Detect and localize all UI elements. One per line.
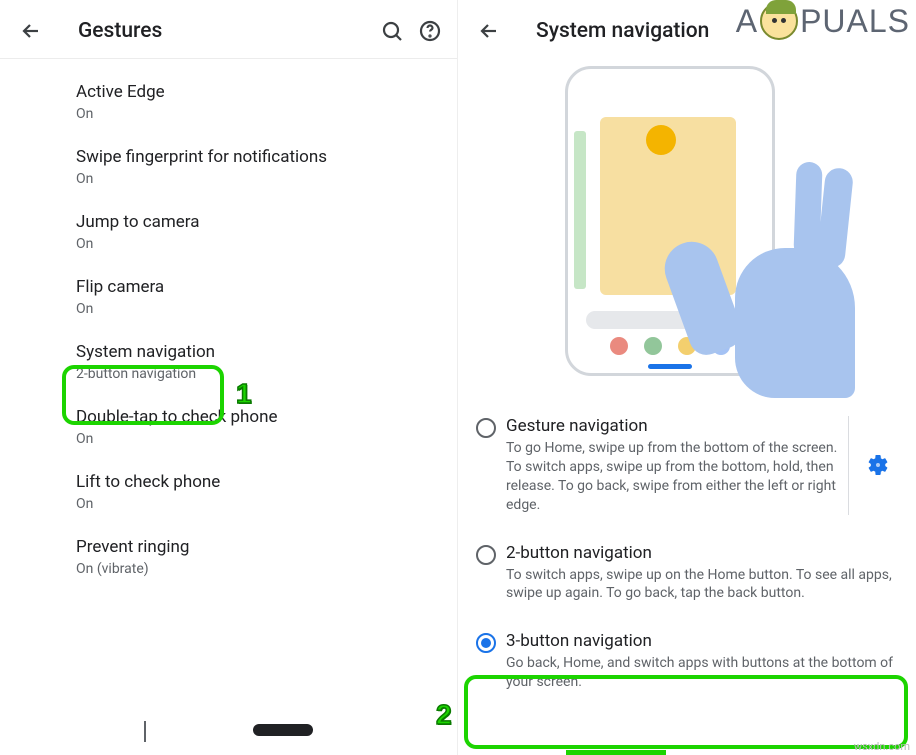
nav-back-icon[interactable] [144, 721, 146, 740]
item-sub: On [76, 496, 437, 512]
option-desc: To go Home, swipe up from the bottom of … [506, 439, 840, 515]
option-title: 3-button navigation [506, 631, 898, 651]
item-label: Active Edge [76, 81, 437, 104]
item-sub: On [76, 106, 437, 122]
settings-item-prevent-ringing[interactable]: Prevent ringing On (vibrate) [0, 524, 457, 589]
item-label: Jump to camera [76, 211, 437, 234]
item-sub: On [76, 431, 437, 447]
navigation-options: Gesture navigation To go Home, swipe up … [458, 402, 916, 706]
option-title: 2-button navigation [506, 543, 898, 563]
source-attribution: wsxdn.com [854, 740, 910, 753]
settings-item-jump-camera[interactable]: Jump to camera On [0, 199, 457, 264]
settings-list: Active Edge On Swipe fingerprint for not… [0, 59, 457, 589]
item-sub: On [76, 236, 437, 252]
settings-item-system-navigation[interactable]: System navigation 2-button navigation [0, 329, 457, 394]
option-3button-navigation[interactable]: 3-button navigation Go back, Home, and s… [458, 617, 916, 706]
settings-item-double-tap[interactable]: Double-tap to check phone On [0, 394, 457, 459]
item-label: Flip camera [76, 276, 437, 299]
gestures-screen: Gestures Active Edge On Swipe fingerprin… [0, 0, 458, 755]
radio-gesture[interactable] [466, 416, 506, 438]
page-title: Gestures [78, 19, 379, 43]
item-sub: On (vibrate) [76, 561, 437, 577]
system-navigation-screen: System navigation [458, 0, 916, 755]
hand-illustration-icon [655, 158, 855, 398]
option-settings-button[interactable] [848, 416, 906, 515]
appbar: Gestures [0, 0, 457, 59]
navigation-illustration [527, 66, 847, 396]
option-desc: Go back, Home, and switch apps with butt… [506, 654, 898, 692]
option-title: Gesture navigation [506, 416, 840, 436]
option-2button-navigation[interactable]: 2-button navigation To switch apps, swip… [458, 529, 916, 618]
item-label: Double-tap to check phone [76, 406, 437, 429]
settings-item-lift-check[interactable]: Lift to check phone On [0, 459, 457, 524]
nav-bar-2button [0, 709, 457, 751]
item-label: System navigation [76, 341, 437, 364]
option-gesture-navigation[interactable]: Gesture navigation To go Home, swipe up … [458, 402, 916, 529]
option-desc: To switch apps, swipe up on the Home but… [506, 566, 898, 604]
back-arrow-icon[interactable] [476, 18, 502, 44]
search-icon[interactable] [379, 18, 405, 44]
item-label: Lift to check phone [76, 471, 437, 494]
item-sub: On [76, 301, 437, 317]
gear-icon [866, 453, 890, 477]
item-sub: On [76, 171, 437, 187]
help-icon[interactable] [417, 18, 443, 44]
radio-3button[interactable] [466, 631, 506, 653]
underline-indicator [566, 750, 666, 755]
settings-item-swipe-fingerprint[interactable]: Swipe fingerprint for notifications On [0, 134, 457, 199]
radio-2button[interactable] [466, 543, 506, 565]
nav-home-pill[interactable] [253, 724, 313, 736]
watermark-text-a: A [736, 3, 758, 40]
settings-item-active-edge[interactable]: Active Edge On [0, 69, 457, 134]
item-label: Swipe fingerprint for notifications [76, 146, 437, 169]
watermark-head-icon [760, 2, 798, 40]
item-sub: 2-button navigation [76, 366, 437, 382]
item-label: Prevent ringing [76, 536, 437, 559]
settings-item-flip-camera[interactable]: Flip camera On [0, 264, 457, 329]
watermark-text-rest: PUALS [800, 3, 910, 40]
watermark-logo: A PUALS [736, 2, 910, 40]
back-arrow-icon[interactable] [18, 18, 44, 44]
